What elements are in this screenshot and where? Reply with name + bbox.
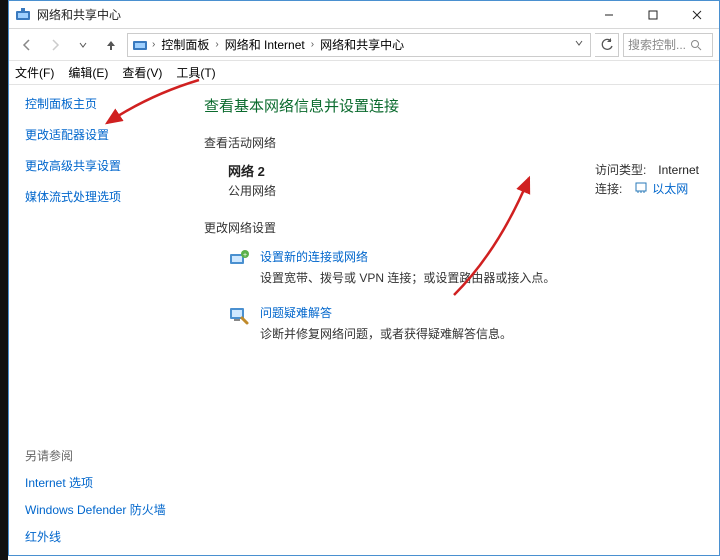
network-type: 公用网络: [228, 182, 276, 199]
left-edge-strip: [0, 0, 8, 560]
network-name: 网络 2: [228, 161, 276, 180]
up-button[interactable]: [99, 33, 123, 57]
app-icon: [15, 7, 31, 23]
body-area: 控制面板主页 更改适配器设置 更改高级共享设置 媒体流式处理选项 另请参阅 In…: [9, 85, 719, 555]
access-type-label: 访问类型:: [595, 161, 646, 178]
forward-button[interactable]: [43, 33, 67, 57]
chevron-right-icon[interactable]: ›: [150, 39, 157, 50]
task-new-connection-link[interactable]: 设置新的连接或网络: [260, 248, 555, 265]
refresh-button[interactable]: [595, 33, 619, 57]
breadcrumb-bar[interactable]: › 控制面板 › 网络和 Internet › 网络和共享中心: [127, 33, 591, 57]
new-connection-icon: +: [228, 248, 250, 270]
search-placeholder: 搜索控制...: [628, 36, 686, 53]
maximize-button[interactable]: [631, 1, 675, 29]
network-row: 网络 2 公用网络 访问类型: Internet 连接: 以太网: [204, 161, 699, 199]
breadcrumb-item[interactable]: 网络和 Internet: [223, 36, 307, 53]
search-input[interactable]: 搜索控制...: [623, 33, 713, 57]
breadcrumb-item[interactable]: 控制面板: [159, 36, 211, 53]
title-bar: 网络和共享中心: [9, 1, 719, 29]
page-title: 查看基本网络信息并设置连接: [204, 95, 699, 116]
menu-bar: 文件(F) 编辑(E) 查看(V) 工具(T): [9, 61, 719, 85]
see-also-heading: 另请参阅: [25, 447, 184, 464]
window-frame: 网络和共享中心 › 控制面板 › 网络和 Internet › 网络和共享中心 …: [8, 0, 720, 556]
menu-edit[interactable]: 编辑(E): [68, 64, 108, 81]
menu-file[interactable]: 文件(F): [15, 64, 54, 81]
ethernet-icon: [634, 180, 648, 197]
address-bar: › 控制面板 › 网络和 Internet › 网络和共享中心 搜索控制...: [9, 29, 719, 61]
connection-link-ethernet[interactable]: 以太网: [652, 180, 688, 197]
task-troubleshoot: 问题疑难解答 诊断并修复网络问题，或者获得疑难解答信息。: [204, 304, 699, 342]
content-area: 查看基本网络信息并设置连接 查看活动网络 网络 2 公用网络 访问类型: Int…: [184, 85, 719, 555]
see-also-section: 另请参阅 Internet 选项 Windows Defender 防火墙 红外…: [25, 447, 184, 545]
change-settings-heading: 更改网络设置: [204, 219, 699, 236]
task-troubleshoot-link[interactable]: 问题疑难解答: [260, 304, 512, 321]
sidebar: 控制面板主页 更改适配器设置 更改高级共享设置 媒体流式处理选项 另请参阅 In…: [9, 85, 184, 555]
sidebar-link-adapter-settings[interactable]: 更改适配器设置: [25, 126, 184, 143]
see-also-internet-options[interactable]: Internet 选项: [25, 474, 184, 491]
connection-label: 连接:: [595, 180, 622, 197]
back-button[interactable]: [15, 33, 39, 57]
menu-view[interactable]: 查看(V): [122, 64, 162, 81]
sidebar-link-home[interactable]: 控制面板主页: [25, 95, 184, 112]
chevron-right-icon[interactable]: ›: [213, 39, 220, 50]
see-also-infrared[interactable]: 红外线: [25, 528, 184, 545]
task-new-connection-desc: 设置宽带、拨号或 VPN 连接；或设置路由器或接入点。: [260, 269, 555, 286]
sidebar-link-media-streaming[interactable]: 媒体流式处理选项: [25, 188, 184, 205]
sidebar-link-advanced-sharing[interactable]: 更改高级共享设置: [25, 157, 184, 174]
history-dropdown-button[interactable]: [572, 38, 586, 51]
search-icon: [690, 39, 702, 51]
close-button[interactable]: [675, 1, 719, 29]
location-icon: [132, 37, 148, 53]
see-also-defender-firewall[interactable]: Windows Defender 防火墙: [25, 501, 184, 518]
window-title: 网络和共享中心: [37, 6, 587, 23]
minimize-button[interactable]: [587, 1, 631, 29]
task-troubleshoot-desc: 诊断并修复网络问题，或者获得疑难解答信息。: [260, 325, 512, 342]
task-new-connection: + 设置新的连接或网络 设置宽带、拨号或 VPN 连接；或设置路由器或接入点。: [204, 248, 699, 286]
troubleshoot-icon: [228, 304, 250, 326]
access-type-value: Internet: [658, 163, 699, 177]
active-networks-heading: 查看活动网络: [204, 134, 699, 151]
menu-tools[interactable]: 工具(T): [176, 64, 215, 81]
svg-text:+: +: [243, 252, 247, 259]
breadcrumb-item[interactable]: 网络和共享中心: [318, 36, 406, 53]
recent-dropdown-button[interactable]: [71, 33, 95, 57]
chevron-right-icon[interactable]: ›: [309, 39, 316, 50]
